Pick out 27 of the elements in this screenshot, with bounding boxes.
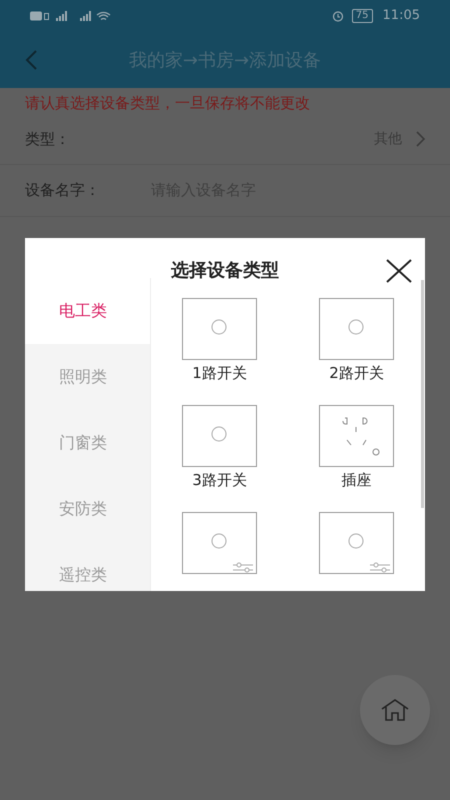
dialog-title: 选择设备类型 — [171, 259, 279, 283]
hd-icon — [30, 11, 49, 21]
name-label: 设备名字： — [25, 180, 101, 201]
signal-icon — [56, 11, 67, 21]
battery-level: 75 — [352, 9, 373, 23]
scrollbar[interactable] — [421, 280, 424, 508]
clock-time: 11:05 — [382, 7, 420, 26]
signal-icon — [80, 11, 91, 21]
chevron-icon[interactable] — [416, 131, 425, 147]
wifi-icon — [96, 11, 111, 21]
device-tile[interactable] — [319, 405, 394, 467]
type-label: 类型： — [25, 128, 70, 150]
device-tile[interactable] — [319, 512, 394, 574]
device-tile[interactable] — [319, 298, 394, 360]
category-tab[interactable]: 电工类 — [25, 278, 150, 344]
close-icon[interactable] — [386, 259, 412, 283]
device-tile[interactable] — [182, 405, 257, 467]
back-icon[interactable] — [25, 50, 37, 70]
device-tile[interactable] — [182, 512, 257, 574]
device-label: 1路开关 — [192, 363, 247, 384]
device-label: 2路开关 — [329, 363, 384, 384]
device-label: 3路开关 — [192, 470, 247, 491]
device-label: 插座 — [342, 470, 372, 491]
device-tile[interactable] — [182, 298, 257, 360]
warning-text: 请认真选择设备类型，一旦保存将不能更改 — [24, 93, 311, 114]
home-icon — [380, 698, 410, 722]
alarm-icon — [332, 10, 344, 22]
